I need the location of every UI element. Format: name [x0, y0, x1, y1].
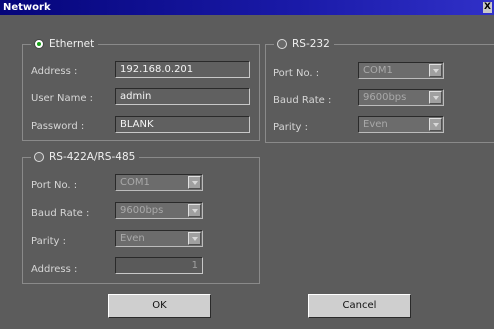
rs232-parity-value: Even	[363, 119, 388, 130]
rs422-baud-value: 9600bps	[120, 205, 164, 216]
rs422-label: RS-422A/RS-485	[49, 151, 136, 163]
cancel-button[interactable]: Cancel	[308, 294, 411, 318]
chevron-down-icon[interactable]	[188, 204, 201, 217]
rs232-radio-option[interactable]: RS-232	[274, 37, 334, 51]
ethernet-username-input[interactable]: admin	[115, 88, 250, 105]
rs232-parity-select[interactable]: Even	[358, 116, 444, 133]
chevron-down-icon[interactable]	[188, 232, 201, 245]
chevron-down-icon[interactable]	[429, 118, 442, 131]
window-title: Network	[3, 2, 51, 13]
chevron-down-icon[interactable]	[429, 91, 442, 104]
rs232-radio-icon[interactable]	[277, 39, 287, 49]
rs232-label: RS-232	[292, 38, 330, 50]
rs422-address-input[interactable]: 1	[115, 257, 203, 274]
ethernet-address-input[interactable]: 192.168.0.201	[115, 61, 250, 78]
ethernet-username-label: User Name :	[31, 93, 94, 104]
rs232-port-value: COM1	[363, 65, 393, 76]
rs232-baud-label: Baud Rate :	[273, 95, 332, 106]
chevron-down-icon[interactable]	[188, 176, 201, 189]
rs422-port-label: Port No. :	[31, 180, 78, 191]
rs232-baud-select[interactable]: 9600bps	[358, 89, 444, 106]
chevron-down-icon[interactable]	[429, 64, 442, 77]
rs232-port-label: Port No. :	[273, 68, 320, 79]
title-bar: Network X	[0, 0, 494, 15]
rs422-baud-label: Baud Rate :	[31, 208, 90, 219]
rs422-parity-value: Even	[120, 233, 145, 244]
rs422-port-select[interactable]: COM1	[115, 174, 203, 191]
rs232-parity-label: Parity :	[273, 122, 308, 133]
rs422-parity-select[interactable]: Even	[115, 230, 203, 247]
close-button[interactable]: X	[483, 2, 492, 13]
rs422-radio-icon[interactable]	[34, 152, 44, 162]
ethernet-radio-option[interactable]: Ethernet	[31, 37, 99, 51]
ethernet-password-input[interactable]: BLANK	[115, 116, 250, 133]
ethernet-password-label: Password :	[31, 121, 85, 132]
rs232-baud-value: 9600bps	[363, 92, 407, 103]
rs232-port-select[interactable]: COM1	[358, 62, 444, 79]
rs422-address-label: Address :	[31, 264, 78, 275]
rs422-radio-option[interactable]: RS-422A/RS-485	[31, 150, 140, 164]
ethernet-label: Ethernet	[49, 38, 95, 50]
ethernet-address-label: Address :	[31, 66, 78, 77]
ethernet-radio-icon[interactable]	[34, 39, 44, 49]
ok-button[interactable]: OK	[108, 294, 211, 318]
network-dialog: Network X Ethernet Address : 192.168.0.2…	[0, 0, 494, 329]
rs422-port-value: COM1	[120, 177, 150, 188]
rs422-baud-select[interactable]: 9600bps	[115, 202, 203, 219]
rs422-parity-label: Parity :	[31, 236, 66, 247]
